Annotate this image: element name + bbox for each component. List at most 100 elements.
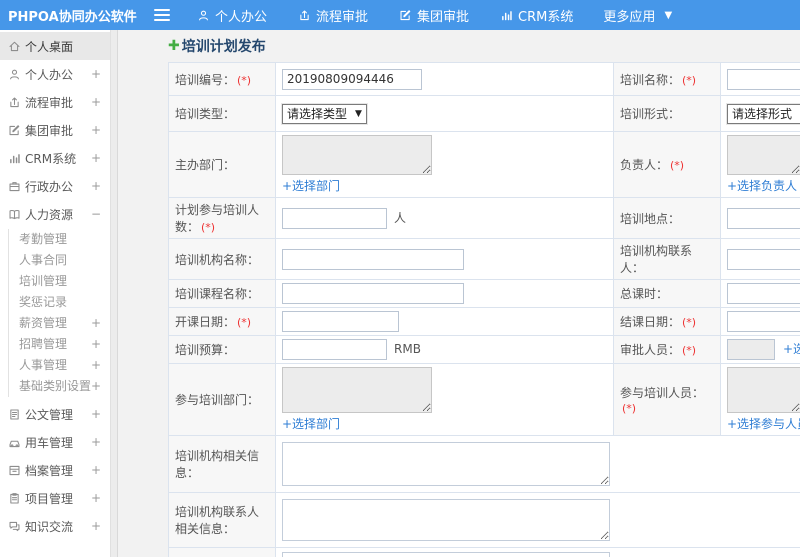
topnav-item-caret-down[interactable]: 更多应用 ▼ — [603, 6, 674, 25]
expand-icon[interactable]: + — [91, 67, 101, 81]
sidebar-item-workflow-approval[interactable]: 流程审批 + — [0, 88, 117, 116]
expand-icon[interactable]: + — [91, 435, 101, 449]
participating-departments-picker-link[interactable]: +选择部门 — [282, 417, 340, 431]
expand-icon[interactable]: + — [91, 491, 101, 505]
participants-textarea[interactable] — [727, 367, 800, 413]
form-row: 开课日期： (*) 结课日期： (*) — [168, 307, 800, 336]
sidebar-item-vehicle-mgmt[interactable]: 用车管理 + — [0, 428, 117, 456]
topnav-item-chart[interactable]: CRM系统 — [499, 6, 573, 25]
sidebar-item-document-mgmt[interactable]: 公文管理 + — [0, 400, 117, 428]
participants-picker-link[interactable]: +选择参与人员 — [727, 417, 800, 431]
expand-icon[interactable]: + — [91, 334, 101, 355]
page-title: 培训计划发布 — [181, 39, 266, 55]
participating-departments-textarea[interactable] — [282, 367, 432, 413]
required-marker: (*) — [682, 344, 697, 357]
sidebar-item-admin-office[interactable]: 行政办公 + — [0, 172, 117, 200]
form-row: 培训机构相关信息： — [168, 435, 800, 493]
leader-textarea[interactable] — [727, 135, 800, 175]
org-contact-label: 培训机构联系人： — [613, 238, 721, 280]
home-icon — [7, 39, 21, 53]
topnav-item-edit[interactable]: 集团审批 — [398, 6, 469, 25]
org-contact-info-textarea[interactable] — [282, 499, 610, 541]
org-name-input[interactable] — [282, 248, 464, 270]
training-number-input[interactable] — [282, 68, 422, 90]
training-form-select[interactable]: 请选择形式▼ — [727, 103, 800, 124]
sidebar-item-human-resources[interactable]: 人力资源 − — [0, 200, 117, 228]
sidebar-subitem-training-mgmt[interactable]: 培训管理 — [19, 271, 117, 292]
training-type-label: 培训类型： — [168, 95, 276, 132]
topnav-item-label: 集团审批 — [417, 9, 470, 25]
planned-participants-input[interactable] — [282, 207, 387, 229]
sidebar-subitem-reward-punishment[interactable]: 奖惩记录 — [19, 292, 117, 313]
sidebar-item-personal-desktop[interactable]: 个人桌面 — [0, 32, 117, 60]
sidebar-subitem-attendance-mgmt[interactable]: 考勤管理 — [19, 229, 117, 250]
chat-icon — [7, 519, 21, 533]
sidebar-subitem-base-category-settings[interactable]: 基础类别设置 + — [19, 376, 117, 397]
sidebar-item-crm-system[interactable]: CRM系统 + — [0, 144, 117, 172]
form-row: 主办部门： +选择部门 负责人： (*) +选择负责人 — [168, 131, 800, 198]
planned-participants-label: 计划参与培训人数： (*) — [168, 197, 276, 239]
sidebar-item-archive-mgmt[interactable]: 档案管理 + — [0, 456, 117, 484]
topnav-item-person[interactable]: 个人办公 — [196, 6, 267, 25]
collapse-icon[interactable]: − — [91, 207, 101, 221]
sidebar-item-personal-office[interactable]: 个人办公 + — [0, 60, 117, 88]
required-marker: (*) — [670, 159, 685, 172]
budget-unit-label: RMB — [394, 342, 421, 356]
leader-picker-link[interactable]: +选择负责人 — [727, 179, 797, 193]
training-location-input[interactable] — [727, 207, 800, 229]
training-form-selected-value: 请选择形式 — [732, 107, 793, 121]
sidebar-subitem-recruitment-mgmt[interactable]: 招聘管理 + — [19, 334, 117, 355]
sidebar-subitem-salary-mgmt[interactable]: 薪资管理 + — [19, 313, 117, 334]
expand-icon[interactable]: + — [91, 519, 101, 533]
host-department-textarea[interactable] — [282, 135, 432, 175]
topnav-item-workflow[interactable]: 流程审批 — [297, 6, 368, 25]
training-number-label: 培训编号： (*) — [168, 62, 276, 96]
host-department-picker-link[interactable]: +选择部门 — [282, 179, 340, 193]
expand-icon[interactable]: + — [91, 407, 101, 421]
approver-picker-link[interactable]: +选择审批人员 — [783, 342, 800, 356]
edit-icon — [398, 8, 412, 22]
leader-label: 负责人： (*) — [613, 131, 721, 198]
expand-icon[interactable]: + — [91, 313, 101, 334]
sidebar-item-label: 流程审批 — [25, 95, 74, 110]
sidebar-subitem-personnel-mgmt[interactable]: 人事管理 + — [19, 355, 117, 376]
sidebar-subitem-hr-contract[interactable]: 人事合同 — [19, 250, 117, 271]
training-name-input[interactable] — [727, 68, 800, 90]
expand-icon[interactable]: + — [91, 355, 101, 376]
expand-icon[interactable]: + — [91, 376, 101, 397]
training-type-select[interactable]: 请选择类型 ▼ — [282, 103, 367, 124]
topbar: PHPOA协同办公软件 个人办公 流程审批 集团审批 CRM系统 更多应用 ▼ — [0, 0, 800, 30]
form-row: 计划参与培训人数： (*) 人 培训地点： — [168, 197, 800, 239]
person-icon — [7, 67, 21, 81]
expand-icon[interactable]: + — [91, 95, 101, 109]
sidebar-item-group-approval[interactable]: 集团审批 + — [0, 116, 117, 144]
add-icon: ✚ — [168, 38, 180, 54]
menu-toggle-icon[interactable] — [154, 6, 170, 24]
sidebar-item-knowledge-exchange[interactable]: 知识交流 + — [0, 512, 117, 540]
org-info-textarea[interactable] — [282, 442, 610, 486]
topnav-item-label: 更多应用 — [603, 9, 656, 25]
expand-icon[interactable]: + — [91, 151, 101, 165]
expand-icon[interactable]: + — [91, 123, 101, 137]
approver-input[interactable] — [727, 339, 775, 360]
training-requirements-label: 培训要求： — [168, 547, 276, 557]
sidebar-item-project-mgmt[interactable]: 项目管理 + — [0, 484, 117, 512]
form-row: 参与培训部门： +选择部门 参与培训人员：(*) +选择参与人员 — [168, 363, 800, 436]
training-requirements-textarea[interactable] — [282, 551, 610, 557]
sidebar-item-label: 个人桌面 — [25, 39, 74, 54]
form-row: 培训机构联系人相关信息： — [168, 492, 800, 548]
training-plan-form: 培训编号：(*) 培训名称：(*) 培训类型： 请选择类型 ▼ 培训形式： 请选择形式▼ 主办… — [168, 62, 800, 557]
end-date-input[interactable] — [727, 311, 800, 332]
total-hours-input[interactable] — [727, 283, 800, 304]
form-row: 培训预算： RMB 审批人员：(*) +选择审批人员 — [168, 335, 800, 364]
start-date-input[interactable] — [282, 311, 399, 332]
course-name-input[interactable] — [282, 283, 464, 304]
org-contact-input[interactable] — [727, 248, 800, 270]
training-form-label: 培训形式： — [613, 95, 721, 132]
expand-icon[interactable]: + — [91, 179, 101, 193]
sidebar-item-label: 知识交流 — [25, 519, 74, 534]
planned-participants-unit-label: 人 — [394, 210, 407, 225]
expand-icon[interactable]: + — [91, 463, 101, 477]
total-hours-label: 总课时： — [613, 279, 721, 308]
budget-input[interactable] — [282, 339, 387, 360]
